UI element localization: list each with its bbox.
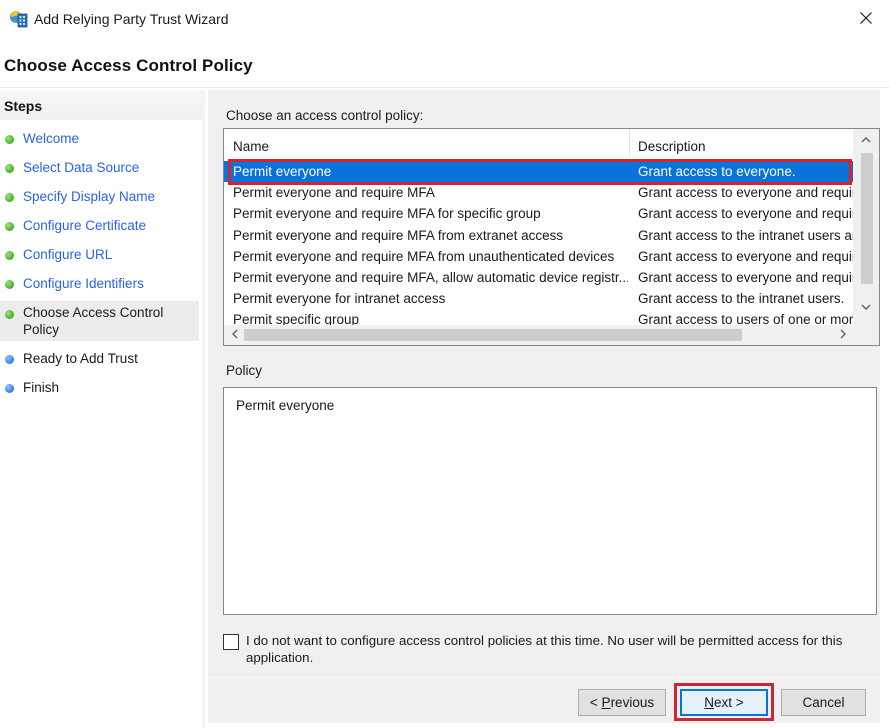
step-label: Finish bbox=[23, 380, 60, 395]
vertical-scrollbar[interactable] bbox=[853, 129, 879, 327]
policy-row[interactable]: Permit everyone and require MFA for spec… bbox=[224, 203, 854, 224]
completed-step-icon bbox=[5, 310, 14, 319]
previous-prefix: < bbox=[589, 695, 602, 710]
listview-header: Name Description bbox=[224, 129, 854, 157]
step-item: Choose Access Control Policy bbox=[0, 301, 199, 341]
vertical-scroll-thumb[interactable] bbox=[861, 153, 873, 284]
step-item: Ready to Add Trust bbox=[0, 350, 202, 367]
completed-step-icon bbox=[5, 164, 14, 173]
pending-step-icon bbox=[5, 384, 14, 393]
optout-label[interactable]: I do not want to configure access contro… bbox=[246, 633, 856, 666]
policy-description-cell: Grant access to everyone and requir bbox=[638, 206, 854, 222]
policy-description-cell: Grant access to everyone and requir bbox=[638, 185, 854, 201]
chevron-down-icon bbox=[861, 301, 871, 313]
horizontal-scrollbar[interactable] bbox=[224, 325, 879, 345]
policy-row[interactable]: Permit everyone Grant access to everyone. bbox=[224, 161, 854, 183]
steps-list: Welcome Select Data Source Specify Display… bbox=[0, 120, 202, 396]
step-item[interactable]: Configure Identifiers bbox=[0, 275, 202, 292]
completed-step-icon bbox=[5, 222, 14, 231]
policy-name-cell: Permit everyone and require MFA, allow a… bbox=[233, 269, 628, 285]
steps-header: Steps bbox=[0, 90, 202, 120]
scroll-up-button[interactable] bbox=[853, 129, 879, 151]
policy-description-cell: Grant access to everyone. bbox=[638, 164, 796, 179]
chevron-up-icon bbox=[861, 134, 871, 146]
close-icon bbox=[860, 11, 872, 27]
step-item[interactable]: Configure URL bbox=[0, 246, 202, 263]
step-item[interactable]: Select Data Source bbox=[0, 159, 202, 176]
step-item: Finish bbox=[0, 379, 202, 396]
step-item[interactable]: Welcome bbox=[0, 130, 202, 147]
policy-list-caption: Choose an access control policy: bbox=[226, 108, 424, 123]
completed-step-icon bbox=[5, 193, 14, 202]
next-mnemonic: N bbox=[704, 695, 715, 710]
policy-name-cell: Permit everyone and require MFA from ext… bbox=[233, 227, 564, 243]
policy-name-cell: Permit everyone and require MFA bbox=[233, 185, 435, 201]
completed-step-icon bbox=[5, 251, 14, 260]
step-item[interactable]: Specify Display Name bbox=[0, 188, 202, 205]
previous-mnemonic: P bbox=[601, 695, 611, 710]
policy-row[interactable]: Permit everyone and require MFA from ext… bbox=[224, 225, 854, 246]
next-button[interactable]: Next > bbox=[680, 689, 768, 716]
policy-name-cell: Permit everyone for intranet access bbox=[233, 291, 446, 307]
policy-listview[interactable]: Name Description Permit everyone Grant ac… bbox=[223, 128, 880, 346]
scroll-down-button[interactable] bbox=[853, 296, 879, 318]
policy-row[interactable]: Permit everyone for intranet access Grant… bbox=[224, 288, 854, 309]
scroll-left-button[interactable] bbox=[224, 325, 246, 345]
policy-description-cell: Grant access to everyone and requir bbox=[638, 248, 854, 264]
policy-name-cell: Permit everyone bbox=[233, 164, 332, 179]
page-title: Choose Access Control Policy bbox=[4, 56, 253, 75]
policy-description-cell: Grant access to the intranet users an bbox=[638, 227, 854, 243]
step-item[interactable]: Configure Certificate bbox=[0, 217, 202, 234]
completed-step-icon bbox=[5, 280, 14, 289]
wizard-footer: < Previous Next > Cancel bbox=[208, 678, 880, 723]
cancel-button[interactable]: Cancel bbox=[781, 689, 866, 716]
column-header-description[interactable]: Description bbox=[630, 129, 854, 157]
completed-step-icon bbox=[5, 135, 14, 144]
step-label: Choose Access Control Policy bbox=[23, 305, 164, 337]
step-label: Welcome bbox=[23, 131, 80, 146]
policy-name-cell: Permit everyone and require MFA from una… bbox=[233, 248, 615, 264]
step-label: Configure Certificate bbox=[23, 218, 147, 233]
optout-checkbox[interactable] bbox=[223, 634, 239, 650]
policy-row[interactable]: Permit everyone and require MFA, allow a… bbox=[224, 267, 854, 288]
steps-pane: Steps Welcome Select Data Source Specify D… bbox=[0, 90, 205, 728]
close-button[interactable] bbox=[843, 0, 889, 38]
policy-row[interactable]: Permit everyone and require MFA from una… bbox=[224, 246, 854, 267]
header-divider bbox=[0, 87, 889, 88]
step-label: Ready to Add Trust bbox=[23, 351, 138, 366]
step-label: Configure Identifiers bbox=[23, 276, 144, 291]
chevron-right-icon bbox=[840, 328, 846, 342]
window-title: Add Relying Party Trust Wizard bbox=[34, 11, 229, 27]
policy-label: Policy bbox=[226, 363, 263, 378]
scroll-right-button[interactable] bbox=[832, 325, 854, 345]
step-label: Specify Display Name bbox=[23, 189, 156, 204]
policy-description-cell: Grant access to the intranet users. bbox=[638, 291, 845, 307]
column-header-name[interactable]: Name bbox=[224, 129, 630, 157]
policy-row[interactable]: Permit everyone and require MFA Grant acc… bbox=[224, 182, 854, 203]
policy-detail-text: Permit everyone bbox=[236, 398, 335, 413]
horizontal-scroll-thumb[interactable] bbox=[244, 329, 742, 341]
policy-detail-box: Permit everyone bbox=[223, 387, 877, 615]
listview-rows: Permit everyone Grant access to everyone.… bbox=[224, 161, 854, 331]
title-bar: Add Relying Party Trust Wizard bbox=[0, 0, 889, 40]
previous-rest: revious bbox=[610, 695, 655, 710]
pending-step-icon bbox=[5, 355, 14, 364]
step-label: Select Data Source bbox=[23, 160, 140, 175]
previous-button[interactable]: < Previous bbox=[578, 689, 666, 716]
main-pane: Choose an access control policy: Name De… bbox=[208, 90, 880, 680]
policy-description-cell: Grant access to everyone and requir bbox=[638, 269, 854, 285]
chevron-left-icon bbox=[232, 328, 238, 342]
next-rest: ext > bbox=[714, 695, 744, 710]
step-label: Configure URL bbox=[23, 247, 113, 262]
policy-name-cell: Permit everyone and require MFA for spec… bbox=[233, 206, 541, 222]
adfs-server-icon bbox=[9, 9, 29, 29]
